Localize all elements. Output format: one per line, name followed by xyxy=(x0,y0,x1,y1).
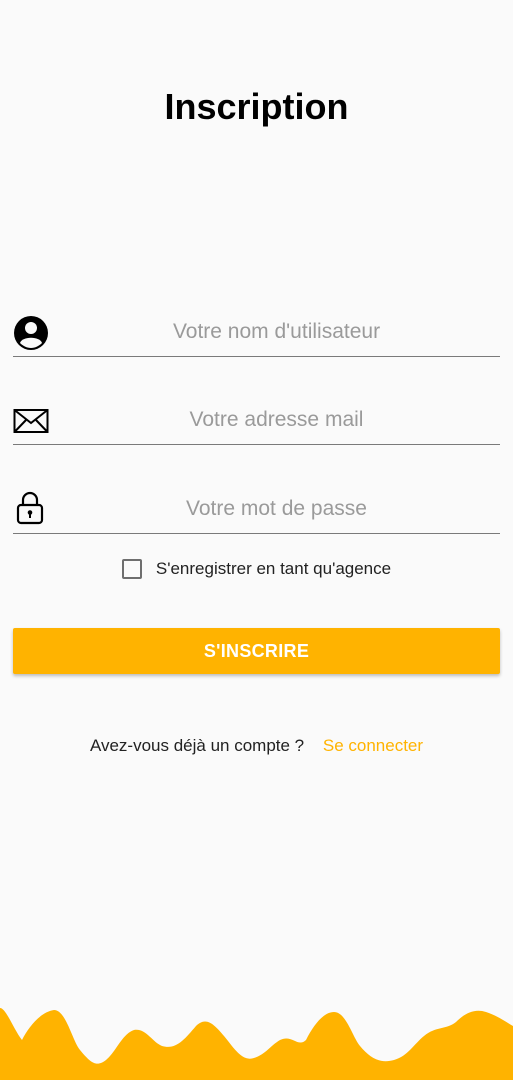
email-input[interactable] xyxy=(53,402,500,438)
envelope-icon xyxy=(13,409,49,433)
signup-screen: Inscription S'enregistrer en tant qu'age… xyxy=(0,0,513,1080)
email-field xyxy=(13,394,500,445)
password-field xyxy=(13,483,500,534)
password-input[interactable] xyxy=(53,491,500,527)
signup-button[interactable]: S'INSCRIRE xyxy=(13,628,500,674)
username-field xyxy=(13,306,500,357)
login-prompt: Avez-vous déjà un compte ? Se connecter xyxy=(0,736,513,756)
username-input[interactable] xyxy=(53,314,500,350)
login-question: Avez-vous déjà un compte ? xyxy=(89,736,305,755)
agency-checkbox-label[interactable]: S'enregistrer en tant qu'agence xyxy=(156,559,391,579)
account-circle-icon xyxy=(14,316,48,350)
page-title: Inscription xyxy=(164,86,349,127)
decorative-wave xyxy=(0,1008,513,1080)
agency-checkbox[interactable] xyxy=(121,559,142,579)
lock-icon xyxy=(16,491,44,525)
agency-option: S'enregistrer en tant qu'agence xyxy=(0,555,513,583)
login-link[interactable]: Se connecter xyxy=(323,736,423,755)
